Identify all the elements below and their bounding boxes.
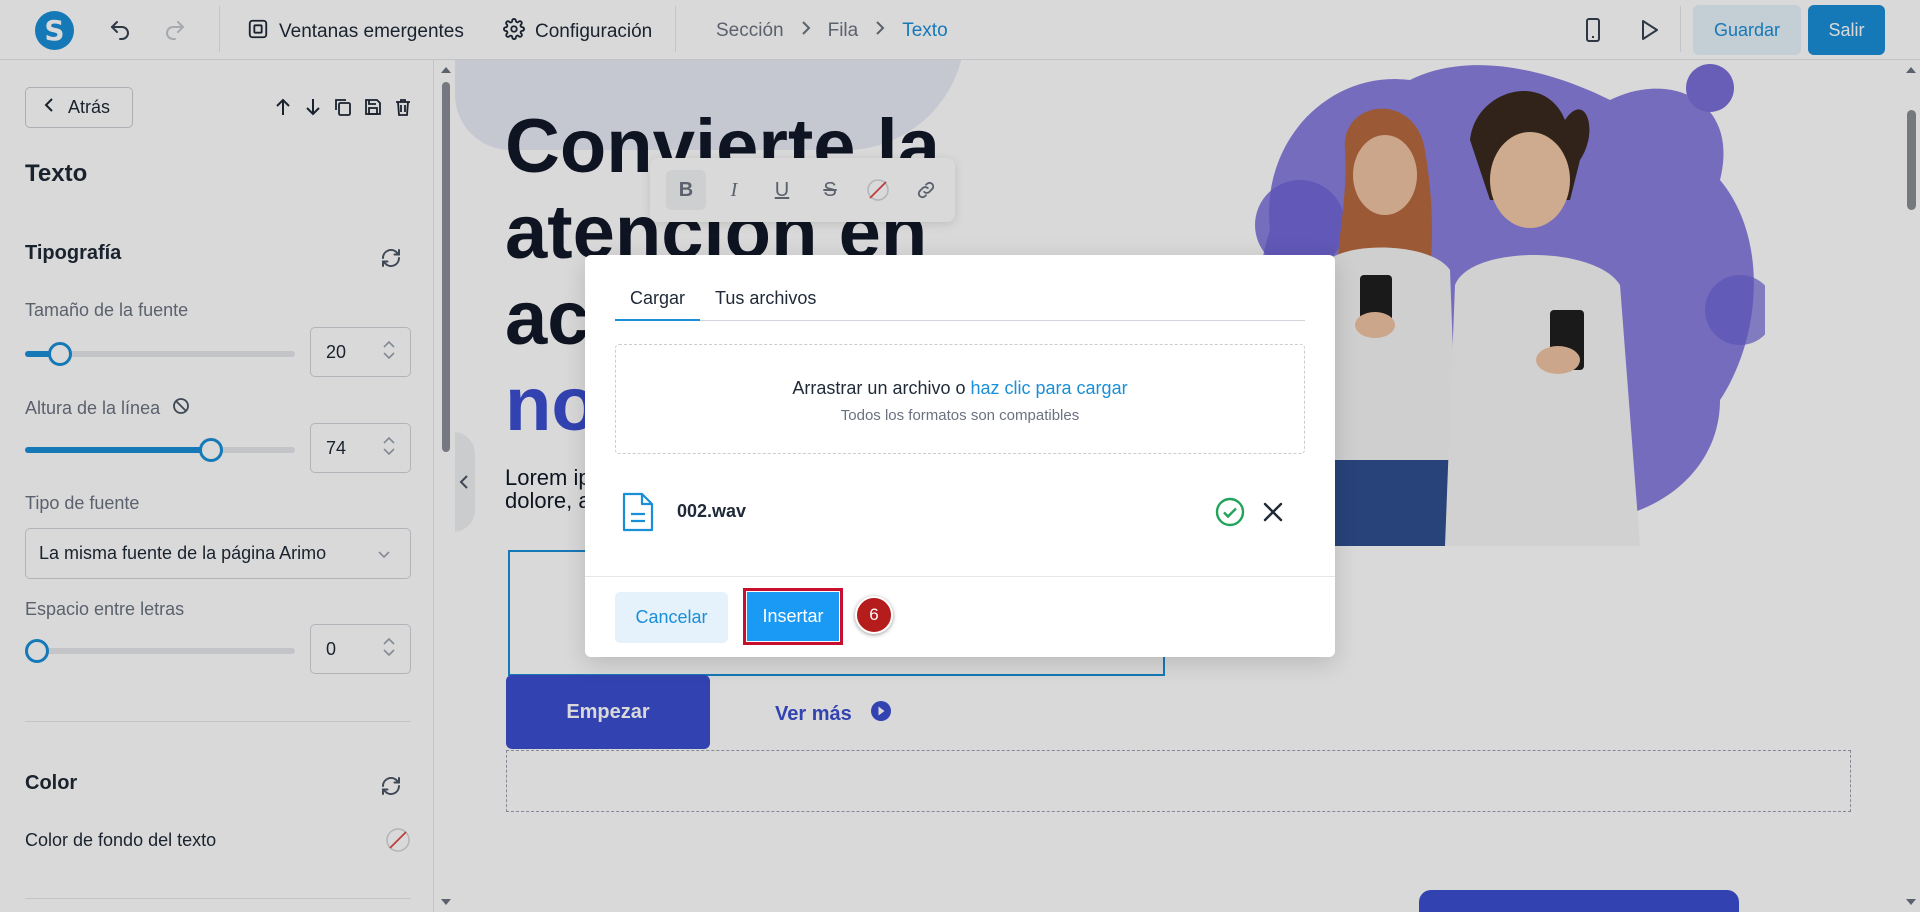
uploaded-file-row: 002.wav bbox=[615, 485, 1305, 537]
check-circle-icon bbox=[1215, 497, 1245, 532]
modal-tabs: Cargar Tus archivos bbox=[615, 279, 1305, 321]
upload-modal: Cargar Tus archivos Arrastrar un archivo… bbox=[585, 255, 1335, 657]
insert-button-highlight: Insertar bbox=[743, 588, 843, 645]
drop-text: Arrastrar un archivo o bbox=[792, 378, 971, 398]
close-icon[interactable] bbox=[1261, 500, 1285, 529]
drop-instructions: Arrastrar un archivo o haz clic para car… bbox=[616, 378, 1304, 399]
file-icon bbox=[620, 490, 656, 539]
file-name: 002.wav bbox=[677, 501, 747, 521]
tab-upload[interactable]: Cargar bbox=[615, 279, 701, 321]
insert-button[interactable]: Insertar bbox=[747, 592, 839, 641]
drop-hint: Todos los formatos son compatibles bbox=[840, 407, 1080, 424]
file-drop-zone[interactable]: Arrastrar un archivo o haz clic para car… bbox=[615, 344, 1305, 454]
divider bbox=[585, 576, 1335, 577]
tab-your-files[interactable]: Tus archivos bbox=[700, 279, 831, 321]
step-badge: 6 bbox=[855, 596, 893, 634]
upload-link[interactable]: haz clic para cargar bbox=[971, 378, 1128, 398]
cancel-button[interactable]: Cancelar bbox=[615, 592, 728, 643]
